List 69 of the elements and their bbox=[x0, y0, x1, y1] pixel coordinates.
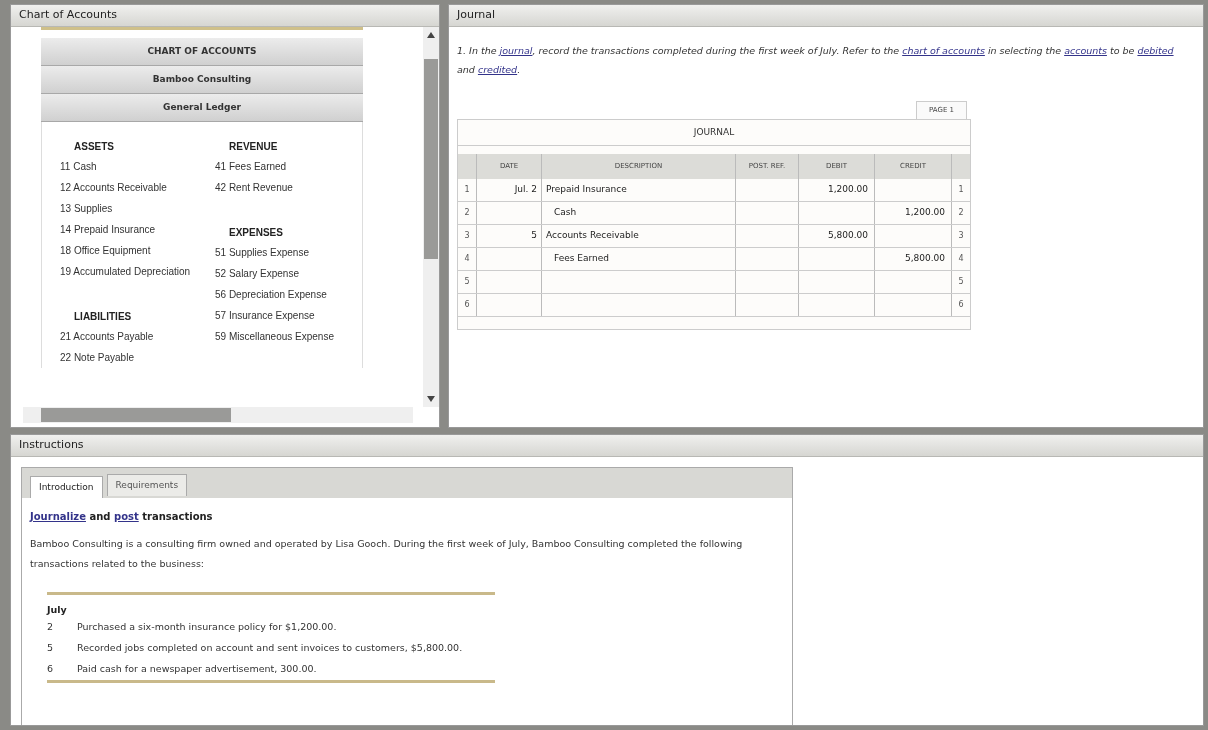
scroll-down-icon[interactable] bbox=[427, 396, 435, 402]
line-number: 2 bbox=[951, 202, 970, 224]
line-number: 6 bbox=[463, 299, 471, 311]
line-number: 3 bbox=[463, 230, 471, 242]
section-heading: REVENUE bbox=[228, 139, 279, 154]
section-heading: ASSETS bbox=[73, 139, 115, 154]
tab[interactable]: Introduction bbox=[30, 476, 103, 498]
month-label: July bbox=[47, 602, 68, 617]
glossary-link[interactable]: Journalize bbox=[30, 508, 86, 524]
chart-header-text: CHART OF ACCOUNTS bbox=[147, 44, 257, 58]
transaction-day: 2 bbox=[47, 620, 77, 635]
instruction-text: 1. In the journal, record the transactions completed during the first week of July. Refer to the chart of accounts in selecting the accounts to be debited and credited. bbox=[457, 44, 1175, 77]
account-entry: 59 Miscellaneous Expense bbox=[215, 330, 335, 344]
glossary-link[interactable]: post bbox=[113, 508, 139, 524]
account-entry: 41 Fees Earned bbox=[215, 160, 288, 174]
description-cell[interactable]: Cash bbox=[541, 202, 735, 224]
section-heading: LIABILITIES bbox=[73, 309, 133, 324]
account-entry: 57 Insurance Expense bbox=[215, 309, 316, 323]
line-number: 3 bbox=[951, 225, 970, 247]
line-number: 2 bbox=[463, 207, 471, 219]
credit-cell[interactable]: 5,800.00 bbox=[874, 248, 951, 270]
date-cell[interactable]: 5 bbox=[476, 225, 541, 247]
section-title: Journalize and post transactions bbox=[30, 507, 214, 526]
transaction-day: 5 bbox=[47, 641, 77, 656]
transaction-text: Recorded jobs completed on account and sent invoices to customers, $5,800.00. bbox=[77, 641, 463, 656]
account-entry: 42 Rent Revenue bbox=[215, 181, 294, 195]
chart-header-text: Bamboo Consulting bbox=[152, 72, 252, 86]
line-number: 5 bbox=[463, 276, 471, 288]
account-entry: 51 Supplies Expense bbox=[215, 246, 310, 260]
line-number: 1 bbox=[951, 179, 970, 201]
line-number: 1 bbox=[463, 184, 471, 196]
line-number: 6 bbox=[951, 294, 970, 316]
debit-cell[interactable]: 5,800.00 bbox=[798, 225, 874, 247]
account-entry: 18 Office Equipment bbox=[60, 244, 152, 258]
credit-cell[interactable]: 1,200.00 bbox=[874, 202, 951, 224]
vertical-scrollbar[interactable] bbox=[423, 27, 439, 407]
section-heading: EXPENSES bbox=[228, 225, 284, 240]
account-entry: 13 Supplies bbox=[60, 202, 114, 216]
date-cell[interactable]: Jul. 2 bbox=[476, 179, 541, 201]
account-entry: 19 Accumulated Depreciation bbox=[60, 265, 192, 279]
panel-title: Chart of Accounts bbox=[19, 7, 117, 24]
scroll-up-icon[interactable] bbox=[427, 32, 435, 38]
panel-title: Journal bbox=[457, 7, 496, 24]
horizontal-scrollbar[interactable] bbox=[23, 407, 413, 423]
account-entry: 11 Cash bbox=[60, 160, 98, 174]
glossary-link[interactable]: accounts bbox=[1064, 45, 1107, 56]
line-number: 5 bbox=[951, 271, 970, 293]
description-cell[interactable]: Fees Earned bbox=[541, 248, 735, 270]
line-number: 4 bbox=[951, 248, 970, 270]
account-entry: 52 Salary Expense bbox=[215, 267, 300, 281]
debit-cell[interactable]: 1,200.00 bbox=[798, 179, 874, 201]
transaction-text: Paid cash for a newspaper advertisement, 300.00. bbox=[77, 662, 317, 677]
intro-paragraph: Bamboo Consulting is a consulting firm owned and operated by Lisa Gooch. During the first week of July, Bamboo Consulting completed the following transactions related to the business: bbox=[30, 537, 744, 571]
panel-title: Instructions bbox=[19, 437, 84, 454]
transaction-day: 6 bbox=[47, 662, 77, 677]
journal-title: JOURNAL bbox=[458, 120, 970, 146]
account-entry: 22 Note Payable bbox=[60, 351, 135, 365]
tab[interactable]: Requirements bbox=[106, 474, 188, 496]
glossary-link[interactable]: chart of accounts bbox=[902, 45, 985, 56]
description-cell[interactable]: Accounts Receivable bbox=[541, 225, 735, 247]
description-cell[interactable]: Prepaid Insurance bbox=[541, 179, 735, 201]
chart-header-text: General Ledger bbox=[163, 100, 241, 114]
account-entry: 14 Prepaid Insurance bbox=[60, 223, 157, 237]
line-number: 4 bbox=[463, 253, 471, 265]
glossary-link[interactable]: debited bbox=[1137, 45, 1174, 56]
account-entry: 21 Accounts Payable bbox=[60, 330, 155, 344]
account-entry: 56 Depreciation Expense bbox=[215, 288, 328, 302]
transaction-text: Purchased a six-month insurance policy for $1,200.00. bbox=[77, 620, 337, 635]
account-entry: 12 Accounts Receivable bbox=[60, 181, 168, 195]
